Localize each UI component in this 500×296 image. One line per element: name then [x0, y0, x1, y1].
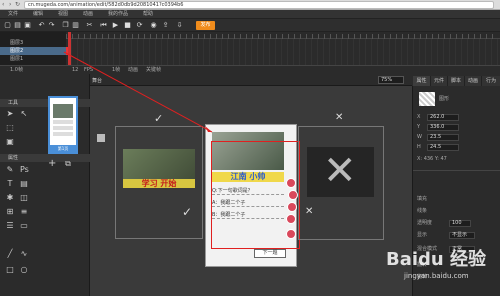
path-icon[interactable]: Ps [20, 166, 29, 174]
media-icon[interactable]: ◫ [20, 194, 28, 202]
x-label: X [417, 114, 421, 120]
grid-icon[interactable]: ⊞ [6, 208, 14, 216]
cursor-coords: X: 436 Y: 47 [417, 156, 447, 162]
line-icon[interactable]: ╱ [6, 250, 14, 258]
menu-help[interactable]: 帮助 [143, 11, 153, 18]
layer-row[interactable]: 图层2 [0, 47, 66, 55]
form-icon[interactable]: ▭ [20, 222, 28, 230]
share-icon[interactable]: ⇪ [162, 22, 169, 29]
export-icon[interactable]: ⇩ [176, 22, 183, 29]
canvas[interactable]: 舞台 75% 学习 开始 ✓ ✓ 江南 小帅 Q:下一句歌词是？ A：我跟二个子… [63, 51, 412, 296]
delete-icon[interactable]: ✕ [323, 145, 357, 197]
rect-icon[interactable]: □ [6, 266, 14, 274]
element-thumbnail [419, 92, 435, 106]
props-header: 属性 [0, 154, 90, 162]
fill-label: 填充 [417, 196, 428, 202]
toolbar: ▢ ▤ ▣ ↶ ↷ ❐ ▥ ✂ ⏮ ▶ ■ ⟳ ◉ ⇪ ⇩ 发布 [0, 19, 500, 32]
close-icon[interactable]: ✕ [305, 206, 313, 217]
page-left[interactable]: 学习 开始 ✓ [115, 126, 203, 239]
gear-icon[interactable]: ✱ [6, 194, 14, 202]
pen-icon[interactable]: ✎ [6, 166, 14, 174]
zoom-select[interactable]: 75% [378, 76, 404, 84]
paste-icon[interactable]: ▥ [72, 22, 79, 29]
browser-url-bar: ‹ › ↻ cn.mugeda.com/animation/edit/582d0… [0, 0, 500, 10]
handle-dot[interactable] [287, 202, 297, 212]
handle-dot[interactable] [288, 190, 298, 200]
image-icon[interactable]: ▤ [20, 180, 28, 188]
open-icon[interactable]: ▤ [14, 22, 21, 29]
tab-animation[interactable]: 动画 [465, 76, 482, 86]
redo-icon[interactable]: ↷ [48, 22, 55, 29]
menu-edit[interactable]: 编辑 [33, 11, 43, 18]
layer-row[interactable]: 图层1 [0, 55, 66, 63]
play-icon[interactable]: ▶ [112, 22, 119, 29]
stroke-label: 线条 [417, 208, 428, 214]
display-label: 显示 [417, 232, 428, 238]
publish-button[interactable]: 发布 [196, 21, 215, 30]
h-label: H [417, 144, 421, 150]
stop-icon[interactable]: ■ [124, 22, 131, 29]
menu-file[interactable]: 文件 [8, 11, 18, 18]
undo-icon[interactable]: ↶ [38, 22, 45, 29]
frame-rate-value: 1.0帧 [10, 67, 23, 73]
handle-dot[interactable] [286, 214, 296, 224]
subselect-icon[interactable]: ↖ [20, 110, 28, 118]
next-button[interactable]: 下一题 [254, 249, 286, 258]
display-select[interactable]: 不显示 [449, 232, 475, 239]
back-icon[interactable]: ‹ [2, 2, 4, 8]
annotation-arrow [63, 51, 213, 133]
list-icon[interactable]: ☰ [6, 222, 14, 230]
handle-dot[interactable] [286, 178, 296, 188]
url-input[interactable]: cn.mugeda.com/animation/edit/582d0db9d20… [24, 1, 494, 9]
menu-bar: 文件 编辑 视图 动画 我的作品 帮助 [0, 10, 500, 19]
cut-icon[interactable]: ✂ [86, 22, 93, 29]
copy-icon[interactable]: ❐ [62, 22, 69, 29]
menu-animation[interactable]: 动画 [83, 11, 93, 18]
curve-icon[interactable]: ∿ [20, 250, 28, 258]
menu-view[interactable]: 视图 [58, 11, 68, 18]
forward-icon[interactable]: › [9, 2, 11, 8]
new-icon[interactable]: ▢ [4, 22, 11, 29]
tab-properties[interactable]: 属性 [413, 76, 431, 86]
opacity-input[interactable]: 100 [449, 220, 471, 227]
menu-my-works[interactable]: 我的作品 [108, 11, 128, 18]
x-input[interactable]: 262.0 [427, 114, 459, 121]
save-icon[interactable]: ▣ [24, 22, 31, 29]
loop-icon[interactable]: ⟳ [136, 22, 143, 29]
chart-icon[interactable]: ≡ [20, 208, 28, 216]
watermark: Baidu 经验 [386, 249, 487, 270]
handle-dot[interactable] [286, 229, 296, 239]
page-right[interactable]: ✕ [298, 126, 384, 240]
check-icon: ✓ [182, 205, 193, 219]
divider [413, 170, 500, 171]
reload-icon[interactable]: ↻ [15, 2, 20, 8]
w-label: W [417, 134, 422, 140]
y-label: Y [417, 124, 421, 130]
copy-scene-icon[interactable]: ⧉ [64, 160, 72, 168]
crop-icon[interactable]: ▣ [6, 138, 14, 146]
scene-label: 第1页 [50, 145, 76, 152]
element-type: 图形 [439, 96, 450, 102]
w-input[interactable]: 23.5 [427, 134, 459, 141]
rewind-icon[interactable]: ⏮ [100, 22, 107, 29]
transform-icon[interactable]: ⬚ [6, 124, 14, 132]
tab-behavior[interactable]: 行为 [482, 76, 500, 86]
ellipse-icon[interactable]: ○ [20, 266, 28, 274]
layer-row[interactable]: 图层3 [0, 39, 66, 47]
close-icon[interactable]: ✕ [335, 112, 343, 123]
opacity-label: 透明度 [417, 220, 433, 226]
timeline-ruler[interactable] [66, 32, 500, 39]
watermark-url: jingyan.baidu.com [404, 272, 469, 280]
preview-icon[interactable]: ◉ [150, 22, 157, 29]
h-input[interactable]: 24.5 [427, 144, 459, 151]
tab-scripts[interactable]: 脚本 [448, 76, 465, 86]
text-icon[interactable]: T [6, 180, 14, 188]
page-banner: 学习 开始 [123, 179, 195, 188]
tab-symbols[interactable]: 元件 [431, 76, 448, 86]
add-scene-icon[interactable]: + [48, 159, 56, 169]
select-icon[interactable]: ➤ [6, 110, 14, 118]
y-input[interactable]: 336.0 [427, 124, 459, 131]
